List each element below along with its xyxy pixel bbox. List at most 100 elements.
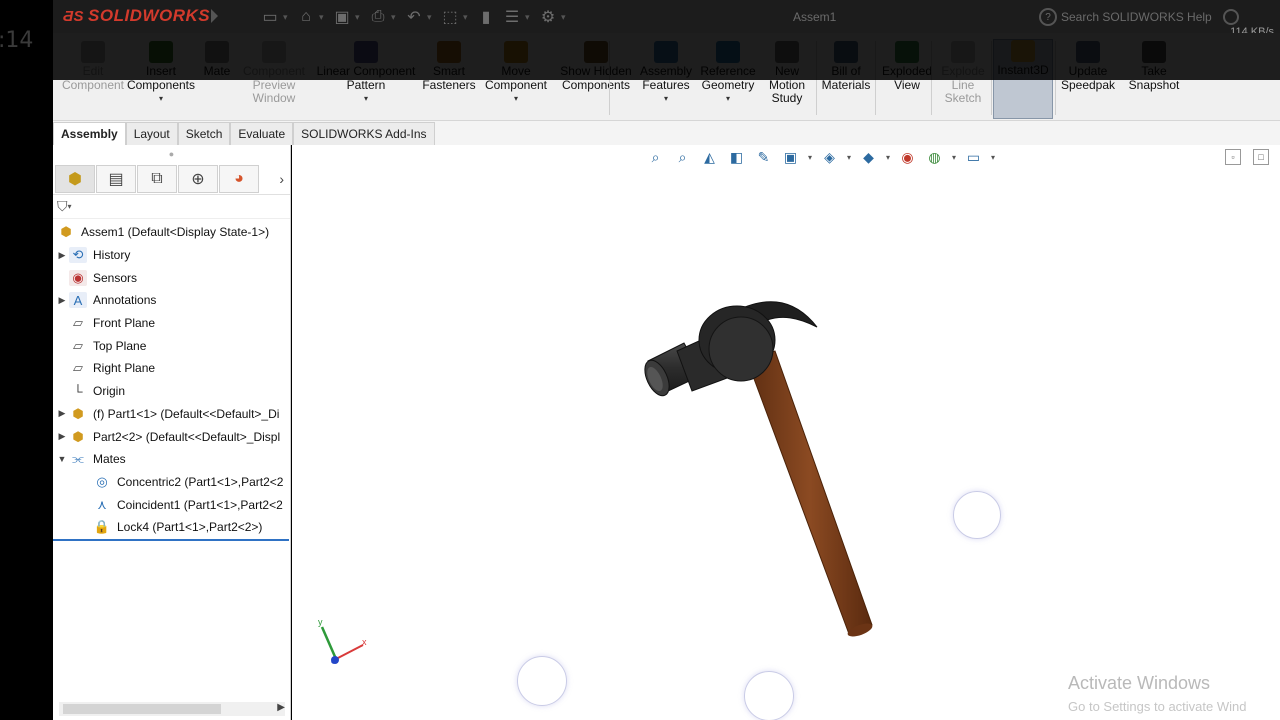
tree-item-right-plane[interactable]: ▱ Right Plane xyxy=(53,357,290,380)
chevron-down-icon[interactable]: ▾ xyxy=(283,12,293,23)
panel-splitter-handle[interactable]: ● xyxy=(53,145,290,163)
tree-item-label: History xyxy=(93,248,131,263)
chevron-down-icon[interactable]: ▾ xyxy=(355,12,365,23)
menu-expand-icon[interactable] xyxy=(211,9,218,23)
origin-icon: └ xyxy=(73,383,83,399)
tree-root-assembly[interactable]: ⬢ Assem1 (Default<Display State-1>) xyxy=(53,221,290,244)
mate-item-lock4[interactable]: 🔒 Lock4 (Part1<1>,Part2<2>) xyxy=(53,516,290,539)
ribbon-overlay-shade xyxy=(53,33,1280,80)
tab-evaluate[interactable]: Evaluate xyxy=(230,122,294,145)
tree-item-part2-2-default-default-displ[interactable]: ▶ ⬢ Part2<2> (Default<<Default>_Displ xyxy=(53,425,290,448)
search-box[interactable]: ? Search SOLIDWORKS Help xyxy=(1039,6,1239,28)
search-icon[interactable] xyxy=(1223,9,1239,25)
tree-item-label: Origin xyxy=(93,384,126,399)
tree-item-label: (f) Part1<1> (Default<<Default>_Di xyxy=(93,406,280,421)
tree-item-label: Mates xyxy=(93,452,126,467)
options-icon[interactable]: ⚙ xyxy=(535,6,561,28)
chevron-down-icon[interactable]: ▾ xyxy=(311,92,421,106)
tree-item-label: Lock4 (Part1<1>,Part2<2>) xyxy=(117,520,263,535)
feature-manager-tab-icon[interactable]: ⬢ xyxy=(55,164,95,193)
file-properties-icon[interactable]: ☰ xyxy=(499,6,525,28)
scrollbar-thumb[interactable] xyxy=(63,704,221,714)
configuration-manager-tab-icon[interactable]: ⧉ xyxy=(137,164,177,193)
tree-item-sensors[interactable]: ◉ Sensors xyxy=(53,266,290,289)
expand-arrow-icon[interactable]: ▶ xyxy=(55,408,69,419)
title-bar: ƋS SOLIDWORKS ▭ ▾ ⌂ ▾ ▣ ▾ ⎙ ▾ ↶ ▾ ⬚ ▾ ▮ ☰ ▾ ⚙ ▾ … xyxy=(53,0,1280,50)
tab-addins[interactable]: SOLIDWORKS Add-Ins xyxy=(293,122,435,145)
chevron-down-icon[interactable]: ▾ xyxy=(525,12,535,23)
logo-text: SOLIDWORKS xyxy=(88,6,211,25)
chevron-down-icon[interactable]: ▾ xyxy=(697,92,759,106)
tree-item-label: Sensors xyxy=(93,270,138,285)
tree-item-annotations[interactable]: ▶ A Annotations xyxy=(53,289,290,312)
chevron-down-icon[interactable]: ▾ xyxy=(637,92,695,106)
touch-indicator xyxy=(517,656,567,706)
open-icon[interactable]: ⌂ xyxy=(293,6,319,28)
hammer-handle[interactable] xyxy=(746,350,874,639)
part-icon: ⬢ xyxy=(72,405,84,421)
filter-icon[interactable]: ⛉ ▾ xyxy=(53,195,290,219)
activate-windows-subtitle: Go to Settings to activate Wind xyxy=(1068,699,1247,714)
chevron-down-icon[interactable]: ▾ xyxy=(125,92,197,106)
tree-item-f-part1-1-default-default-di[interactable]: ▶ ⬢ (f) Part1<1> (Default<<Default>_Di xyxy=(53,403,290,426)
tree-item-label: Front Plane xyxy=(93,316,156,331)
plane-icon: ▱ xyxy=(73,337,83,353)
hammer-model[interactable]: x y xyxy=(292,145,1280,720)
select-icon[interactable]: ⬚ xyxy=(437,6,463,28)
print-icon[interactable]: ⎙ xyxy=(365,6,391,28)
rebuild-icon[interactable]: ▮ xyxy=(473,6,499,28)
tree-item-mates[interactable]: ▼ ⫘ Mates xyxy=(53,448,290,471)
help-icon[interactable]: ? xyxy=(1039,8,1057,26)
mate-item-concentric2[interactable]: ◎ Concentric2 (Part1<1>,Part2<2 xyxy=(53,471,290,494)
chevron-down-icon[interactable]: ▾ xyxy=(319,12,329,23)
command-manager-tabs: Assembly Layout Sketch Evaluate SOLIDWOR… xyxy=(53,121,1280,145)
chevron-down-icon[interactable]: ▾ xyxy=(463,12,473,23)
horizontal-scrollbar[interactable]: ▶ xyxy=(59,702,285,716)
tree-item-origin[interactable]: └ Origin xyxy=(53,380,290,403)
graphics-area[interactable]: ⌕ ⌕ ◭ ◧ ✎ ▣ ▾ ◈ ▾ ◆ ▾ ◉ ◍ ▾ ▭ ▾ ▫ □ x y … xyxy=(292,145,1280,720)
property-manager-tab-icon[interactable]: ▤ xyxy=(96,164,136,193)
left-margin: :14 xyxy=(0,0,53,720)
tree-item-front-plane[interactable]: ▱ Front Plane xyxy=(53,312,290,335)
command-manager-ribbon: Edit ComponentInsert Components▾MateComp… xyxy=(53,33,1280,121)
expand-arrow-icon[interactable]: ▶ xyxy=(55,295,69,306)
history-icon: ⟲ xyxy=(69,247,87,264)
solidworks-logo[interactable]: ƋS SOLIDWORKS xyxy=(63,5,210,27)
mate-item-coincident1[interactable]: ⋏ Coincident1 (Part1<1>,Part2<2 xyxy=(53,493,290,516)
feature-manager-panel: ● ⬢ ▤ ⧉ ⊕ ◕ › ⛉ ▾ ⬢ Assem1 (Default<Displa… xyxy=(53,145,291,720)
activate-windows-title: Activate Windows xyxy=(1068,673,1211,693)
touch-indicator xyxy=(953,491,1001,539)
tab-sketch[interactable]: Sketch xyxy=(177,122,231,145)
search-input[interactable]: Search SOLIDWORKS Help xyxy=(1061,10,1212,24)
tree-item-label: Top Plane xyxy=(93,338,147,353)
expanded-arrow-icon[interactable]: ▼ xyxy=(55,454,69,464)
lock-icon: 🔒 xyxy=(93,519,111,535)
view-triad[interactable]: x y xyxy=(318,617,367,665)
concentric-icon: ◎ xyxy=(96,473,108,489)
chevron-down-icon[interactable]: ▾ xyxy=(481,92,551,106)
dimxpert-manager-tab-icon[interactable]: ⊕ xyxy=(178,164,218,193)
chevron-down-icon[interactable]: ▾ xyxy=(427,12,437,23)
expand-arrow-icon[interactable]: ▶ xyxy=(55,431,69,442)
tree-item-label: Coincident1 (Part1<1>,Part2<2 xyxy=(117,497,283,512)
svg-text:y: y xyxy=(318,617,323,627)
chevron-down-icon[interactable]: ▾ xyxy=(391,12,401,23)
display-manager-tab-icon[interactable]: ◕ xyxy=(219,164,259,193)
scroll-right-icon[interactable]: ▶ xyxy=(277,702,285,713)
chevron-right-icon[interactable]: › xyxy=(279,171,284,187)
part-icon: ⬢ xyxy=(72,428,84,444)
manager-tabs: ⬢ ▤ ⧉ ⊕ ◕ › xyxy=(53,163,290,195)
tree-item-history[interactable]: ▶ ⟲ History xyxy=(53,244,290,267)
save-icon[interactable]: ▣ xyxy=(329,6,355,28)
ds-logo-icon: ƋS xyxy=(63,7,85,25)
feature-tree: ⬢ Assem1 (Default<Display State-1>) ▶ ⟲ Hist… xyxy=(53,219,290,541)
tab-assembly[interactable]: Assembly xyxy=(53,122,126,145)
expand-arrow-icon[interactable]: ▶ xyxy=(55,250,69,261)
tab-layout[interactable]: Layout xyxy=(125,122,178,145)
undo-icon[interactable]: ↶ xyxy=(401,6,427,28)
new-document-icon[interactable]: ▭ xyxy=(257,6,283,28)
coincident-icon: ⋏ xyxy=(97,496,107,512)
document-title: Assem1 xyxy=(793,10,837,24)
tree-item-top-plane[interactable]: ▱ Top Plane xyxy=(53,334,290,357)
chevron-down-icon[interactable]: ▾ xyxy=(561,12,571,23)
